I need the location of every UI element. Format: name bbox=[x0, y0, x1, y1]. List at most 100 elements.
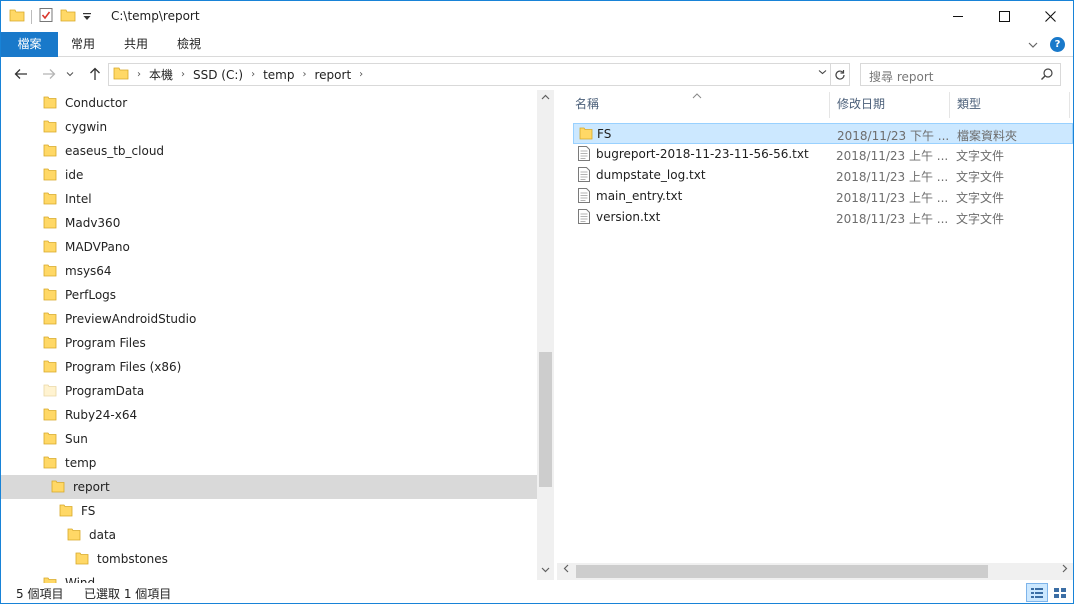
tree-item-label: Program Files (x86) bbox=[65, 360, 182, 374]
folder-icon bbox=[43, 191, 57, 208]
folder-icon bbox=[43, 215, 57, 232]
tree-item[interactable]: report bbox=[1, 475, 537, 499]
tree-item[interactable]: Conductor bbox=[43, 91, 127, 115]
file-row[interactable]: bugreport-2018-11-23-11-56-56.txt 2018/11… bbox=[573, 144, 1073, 165]
recent-locations-chevron-down-icon[interactable] bbox=[63, 64, 77, 84]
folder-icon bbox=[579, 126, 593, 143]
navigation-pane-scrollbar[interactable] bbox=[537, 90, 554, 580]
tab-view[interactable]: 檢視 bbox=[173, 32, 205, 57]
scroll-up-arrow-icon[interactable] bbox=[537, 90, 554, 107]
column-header-type[interactable]: 類型 bbox=[957, 90, 981, 118]
breadcrumb: › 本機 › SSD (C:) › temp › report › bbox=[109, 66, 363, 83]
file-row[interactable]: dumpstate_log.txt 2018/11/23 上午 ... 文字文件 bbox=[573, 165, 1073, 186]
minimize-button[interactable] bbox=[935, 1, 981, 32]
tree-item-label: Ruby24-x64 bbox=[65, 408, 138, 422]
maximize-button[interactable] bbox=[981, 1, 1027, 32]
tree-item[interactable]: Program Files (x86) bbox=[43, 355, 181, 379]
details-view-button[interactable] bbox=[1026, 583, 1048, 602]
tree-item[interactable]: tombstones bbox=[75, 547, 168, 571]
column-header-date[interactable]: 修改日期 bbox=[837, 90, 885, 118]
column-divider[interactable] bbox=[1069, 92, 1070, 118]
address-history-chevron-down-icon[interactable] bbox=[818, 67, 827, 78]
tree-item-label: Intel bbox=[65, 192, 92, 206]
breadcrumb-report[interactable]: report bbox=[315, 68, 352, 82]
up-button[interactable] bbox=[85, 64, 105, 84]
tree-item[interactable]: Intel bbox=[43, 187, 92, 211]
file-row[interactable]: FS 2018/11/23 下午 ... 檔案資料夾 bbox=[573, 123, 1073, 144]
file-date: 2018/11/23 上午 ... bbox=[836, 149, 949, 163]
tree-item-label: MADVPano bbox=[65, 240, 130, 254]
chevron-right-icon[interactable]: › bbox=[359, 69, 363, 80]
selected-count: 已選取 1 個項目 bbox=[84, 587, 172, 601]
tree-item-label: easeus_tb_cloud bbox=[65, 144, 165, 158]
file-date: 2018/11/23 上午 ... bbox=[836, 170, 949, 184]
close-button[interactable] bbox=[1027, 1, 1073, 32]
file-type: 文字文件 bbox=[956, 212, 1005, 226]
tree-item[interactable]: ProgramData bbox=[43, 379, 144, 403]
file-date: 2018/11/23 下午 ... bbox=[837, 129, 950, 143]
folder-icon bbox=[59, 503, 73, 520]
column-header-name[interactable]: 名稱 bbox=[575, 90, 599, 118]
tab-home[interactable]: 常用 bbox=[67, 32, 99, 57]
properties-icon[interactable] bbox=[38, 7, 54, 26]
tree-item-label: Program Files bbox=[65, 336, 146, 350]
tab-share[interactable]: 共用 bbox=[120, 32, 152, 57]
file-date: 2018/11/23 上午 ... bbox=[836, 191, 949, 205]
tree-item[interactable]: Ruby24-x64 bbox=[43, 403, 137, 427]
search-input[interactable]: 搜尋 report bbox=[860, 63, 1061, 86]
refresh-button[interactable] bbox=[830, 63, 850, 86]
tree-item[interactable]: data bbox=[67, 523, 116, 547]
large-icons-view-button[interactable] bbox=[1049, 583, 1071, 602]
tree-item[interactable]: Sun bbox=[43, 427, 88, 451]
file-row[interactable]: version.txt 2018/11/23 上午 ... 文字文件 bbox=[573, 207, 1073, 228]
tab-file[interactable]: 檔案 bbox=[1, 32, 58, 57]
file-list-horizontal-scrollbar[interactable] bbox=[557, 563, 1073, 580]
tree-item[interactable]: temp bbox=[43, 451, 96, 475]
breadcrumb-temp[interactable]: temp bbox=[263, 68, 294, 82]
tree-item[interactable]: easeus_tb_cloud bbox=[43, 139, 164, 163]
folder-icon bbox=[9, 7, 25, 26]
expand-ribbon-chevron-down-icon[interactable] bbox=[1028, 38, 1038, 52]
tree-item[interactable]: MADVPano bbox=[43, 235, 130, 259]
customize-toolbar-icon[interactable] bbox=[82, 10, 92, 24]
search-icon[interactable] bbox=[1040, 67, 1054, 84]
tree-item[interactable]: ide bbox=[43, 163, 83, 187]
tree-item[interactable]: Program Files bbox=[43, 331, 146, 355]
scroll-right-arrow-icon[interactable] bbox=[1056, 563, 1073, 580]
breadcrumb-this-pc[interactable]: 本機 bbox=[149, 66, 173, 83]
chevron-right-icon[interactable]: › bbox=[181, 69, 185, 80]
status-bar: 5 個項目 已選取 1 個項目 bbox=[1, 581, 1073, 603]
file-row[interactable]: main_entry.txt 2018/11/23 上午 ... 文字文件 bbox=[573, 186, 1073, 207]
file-name: main_entry.txt bbox=[596, 189, 683, 203]
ribbon-tabs: 檔案 常用 共用 檢視 ? bbox=[1, 32, 1073, 57]
address-bar[interactable]: › 本機 › SSD (C:) › temp › report › bbox=[108, 63, 831, 86]
tree-item[interactable]: msys64 bbox=[43, 259, 112, 283]
chevron-right-icon[interactable]: › bbox=[251, 69, 255, 80]
toolbar-separator bbox=[31, 9, 32, 24]
scrollbar-thumb[interactable] bbox=[576, 565, 988, 578]
scroll-down-arrow-icon[interactable] bbox=[537, 563, 554, 580]
text-file-icon bbox=[578, 188, 590, 206]
scrollbar-thumb[interactable] bbox=[539, 352, 552, 487]
tree-item[interactable]: Madv360 bbox=[43, 211, 120, 235]
file-type: 文字文件 bbox=[956, 149, 1005, 163]
tree-item[interactable]: FS bbox=[59, 499, 95, 523]
chevron-right-icon[interactable]: › bbox=[137, 69, 141, 80]
help-icon[interactable]: ? bbox=[1050, 37, 1065, 52]
folder-icon bbox=[43, 431, 57, 448]
tree-item[interactable]: PerfLogs bbox=[43, 283, 116, 307]
chevron-right-icon[interactable]: › bbox=[303, 69, 307, 80]
scroll-left-arrow-icon[interactable] bbox=[557, 563, 574, 580]
new-folder-icon[interactable] bbox=[60, 7, 76, 26]
folder-icon bbox=[43, 287, 57, 304]
breadcrumb-ssd[interactable]: SSD (C:) bbox=[193, 68, 243, 82]
large-icons-view-icon bbox=[1054, 587, 1066, 598]
back-button[interactable] bbox=[11, 64, 31, 84]
tree-item[interactable]: cygwin bbox=[43, 115, 107, 139]
tree-item[interactable]: PreviewAndroidStudio bbox=[43, 307, 196, 331]
text-file-icon bbox=[578, 209, 590, 227]
forward-button[interactable] bbox=[39, 64, 59, 84]
column-divider[interactable] bbox=[829, 92, 830, 118]
column-divider[interactable] bbox=[949, 92, 950, 118]
sort-ascending-icon bbox=[692, 88, 702, 102]
